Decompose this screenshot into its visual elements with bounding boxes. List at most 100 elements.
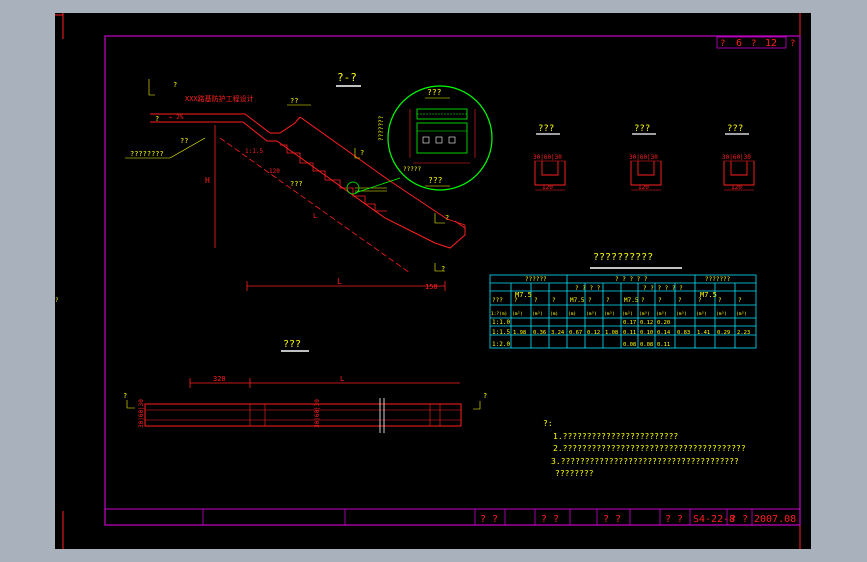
tb-cell-c: ? ? [603,514,621,525]
detail-title-top: ??? [427,88,442,97]
table-unit: (m³) [676,311,687,317]
cross-section-2: ??? 30|60|30 120 [629,124,662,191]
table-unit: (m³) [532,311,543,317]
tb-cell-e: ? ? [730,514,748,525]
table-unit: (m³) [604,311,615,317]
table-sub-header: ? ? ? ? ? ? [643,285,683,292]
plan-mark-right: ? [483,392,487,400]
table-unit: (m²) [512,311,523,317]
table-group-header: ? ? ? ? ? [615,276,648,283]
profile-dim-25: ← 2% [169,114,184,121]
table-col-header: M7.5 [624,297,639,304]
notes-line-2: 2.?????????????????????????????????????? [553,444,746,453]
section-dim-top: 30|60|30 [533,154,562,161]
table-cell: 2.23 [737,330,750,336]
table-cell: 0.17 [623,320,636,326]
cross-section-3: ??? 30|60|30 120 [722,124,755,191]
profile-mark-e: ? [155,115,159,123]
plan-dim-l: L [340,375,344,383]
cad-drawing: ? 6 ? 12 ? ?-? XXX路基防护工程设计 ← 2% H L 150 … [55,13,801,549]
profile-title: ?-? [337,71,357,84]
tb-cell-a: ? ? [480,514,498,525]
tb-drawing-no: S4-22-8 [693,514,735,525]
plan-dim-v-mid: 30|60|30 [314,399,321,428]
table-cell: 0.11 [623,330,636,336]
profile-dim-120: 120 [269,168,280,175]
table-cell: 0.83 [677,330,690,336]
cross-section-1: ??? 30|60|30 120 [533,124,566,191]
profile-mark-b: ? [360,149,364,157]
table-group-header: ??????? [705,276,731,283]
table-unit: (m³) [639,311,650,317]
section-dim-top: 30|60|30 [722,154,751,161]
profile-dim-h: H [205,176,210,185]
notes-line-3: 3.????????????????????????????????????? [551,457,739,466]
table-cell: 0.36 [533,330,546,336]
table-cell: 3.24 [551,330,565,336]
profile-label-7: ?? [180,137,188,145]
table-sub-header: M7.5 [700,291,717,299]
table-group-header: ?????? [525,276,547,283]
plan-dim-320: 320 [213,375,226,383]
table-cell: 0.20 [657,320,670,326]
table-col-header: ? [718,297,722,304]
table-cell: 0.08 [623,342,636,348]
section-dim-bottom: 120 [731,184,742,191]
sheet-total: 12 [765,38,777,49]
tb-date: 2007.08 [754,514,796,525]
table-col-header: ? [514,297,518,304]
table-col-header: ? [738,297,742,304]
sheet-no: 6 [736,38,742,49]
table-row-ratio: 1:2.0 [492,341,510,348]
table-cell: 0.29 [717,330,730,336]
profile-dim-l: L [337,277,342,286]
table-cell: 0.14 [657,330,671,336]
profile-mark-a: ? [173,81,177,89]
section-dim-bottom: 120 [638,184,649,191]
table-cell: 0.08 [640,342,653,348]
profile-mark-c: ? [445,214,449,222]
table-sub-header: ? ? ? ? [575,285,601,292]
profile-label-4: ???????? [130,150,164,158]
table-col-header: ? [552,297,556,304]
table-row-ratio: 1:1.5 [492,329,510,336]
table-col-header: ? [678,297,682,304]
table-unit: (m³) [586,311,597,317]
table-col-header: ? [588,297,592,304]
profile-label-1: ?? [290,97,298,105]
table-col-header: ? [606,297,610,304]
tb-cell-b: ? ? [541,514,559,525]
detail-title-bottom: ??? [428,176,443,185]
detail-view: ??? ????? ??????? ??? [378,85,493,191]
profile-slope-len: L [313,212,317,220]
table-cell: 1.98 [513,330,526,336]
table-unit: 1:?(m) [491,311,507,317]
profile-view: ?-? XXX路基防护工程设计 ← 2% H L 150 1:1.5 120 L… [125,71,466,291]
table-cell: 1.08 [605,330,618,336]
table-title: ?????????? [593,252,653,263]
section-title: ??? [727,124,743,134]
plan-dim-v-left: 30|60|30 [138,399,145,428]
cross-sections: ??? 30|60|30 120??? 30|60|30 120??? 30|60|30 1… [533,124,755,191]
profile-top-note: XXX路基防护工程设计 [185,94,254,103]
plan-mark-left: ? [123,392,127,400]
table-unit: (m³) [736,311,747,317]
table-col-header: ??? [492,297,503,304]
table-cell: 0.11 [657,342,670,348]
sheet-label-a: ? [720,39,725,49]
profile-dim-150: 150 [425,283,438,291]
table-col-header: ? [55,297,59,304]
detail-dim-note: ????? [403,166,421,173]
section-dim-bottom: 120 [542,184,553,191]
table-unit: (m³) [656,311,667,317]
table-cell: 1.41 [697,330,710,336]
notes-heading: ?: [543,419,553,428]
table-col-header: M7.5 [570,297,585,304]
profile-slope-ratio: 1:1.5 [245,148,263,155]
detail-label-left: ??????? [378,115,385,141]
notes-block: ?: 1.???????????????????????? 2.????????… [543,419,746,478]
table-col-header: ? [534,297,538,304]
table-col-header: ? [641,297,645,304]
section-title: ??? [538,124,554,134]
cad-drawing-canvas: ? 6 ? 12 ? ?-? XXX路基防护工程设计 ← 2% H L 150 … [55,13,811,549]
